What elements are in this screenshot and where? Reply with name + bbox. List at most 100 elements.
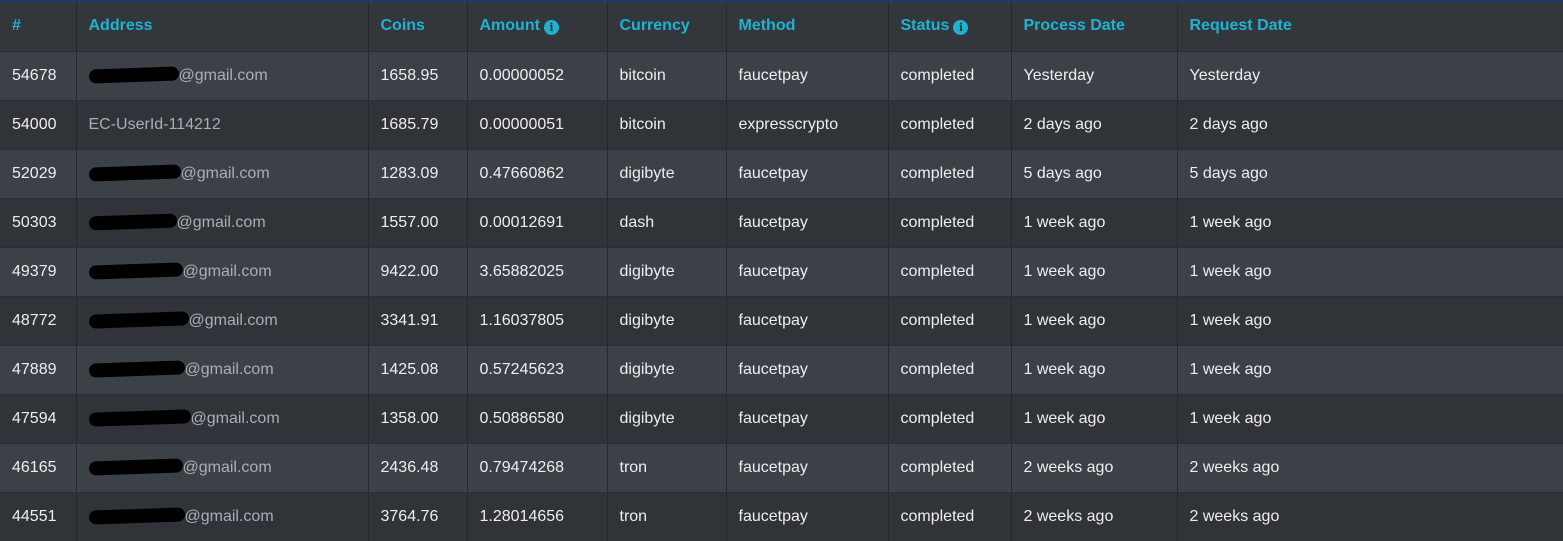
cell-process-date: Yesterday (1011, 50, 1178, 100)
redaction-mark (88, 310, 189, 329)
cell-method: faucetpay (726, 442, 889, 492)
header-process-date[interactable]: Process Date (1011, 2, 1178, 51)
header-status-label: Status (900, 17, 950, 35)
cell-request-date: 1 week ago (1177, 344, 1563, 394)
cell-request-date: 1 week ago (1177, 197, 1563, 247)
cell-method: faucetpay (726, 295, 889, 345)
cell-status: completed (888, 148, 1012, 198)
cell-process-date: 1 week ago (1011, 295, 1178, 345)
redaction-mark (88, 65, 179, 84)
cell-status: completed (888, 197, 1012, 247)
cell-status: completed (888, 491, 1012, 541)
cell-coins: 9422.00 (368, 246, 468, 296)
cell-currency: digibyte (607, 148, 727, 198)
cell-method: faucetpay (726, 491, 889, 541)
header-amount[interactable]: Amount i (467, 2, 608, 51)
cell-coins: 1658.95 (368, 50, 468, 100)
cell-request-date: Yesterday (1177, 50, 1563, 100)
header-status[interactable]: Status i (888, 2, 1012, 51)
cell-currency: tron (607, 491, 727, 541)
address-text: @gmail.com (176, 213, 266, 231)
info-icon[interactable]: i (953, 20, 969, 36)
cell-currency: digibyte (607, 295, 727, 345)
address-text: @gmail.com (182, 262, 272, 280)
cell-id: 54000 (0, 99, 77, 149)
address-text: @gmail.com (184, 360, 274, 378)
header-request-date[interactable]: Request Date (1177, 2, 1563, 51)
cell-coins: 1425.08 (368, 344, 468, 394)
cell-id: 44551 (0, 491, 77, 541)
cell-status: completed (888, 393, 1012, 443)
address-text: @gmail.com (180, 164, 270, 182)
table-header: # Address Coins Amount i Currency Method … (0, 2, 1563, 51)
cell-method: faucetpay (726, 246, 889, 296)
address-text: @gmail.com (182, 458, 272, 476)
header-currency[interactable]: Currency (607, 2, 727, 51)
header-address[interactable]: Address (76, 2, 369, 51)
cell-id: 46165 (0, 442, 77, 492)
cell-address: EC-UserId-114212 (76, 99, 369, 149)
cell-coins: 1557.00 (368, 197, 468, 247)
cell-amount: 0.00000051 (467, 99, 608, 149)
redaction-mark (88, 359, 185, 378)
cell-coins: 3341.91 (368, 295, 468, 345)
cell-method: faucetpay (726, 50, 889, 100)
cell-status: completed (888, 50, 1012, 100)
table-row: 48772 @gmail.com 3341.91 1.16037805 digibyte… (0, 295, 1563, 345)
table-row: 54678 @gmail.com 1658.95 0.00000052 bitcoin f… (0, 50, 1563, 100)
header-row: # Address Coins Amount i Currency Method … (0, 2, 1563, 51)
cell-currency: digibyte (607, 393, 727, 443)
header-id[interactable]: # (0, 2, 77, 51)
info-icon[interactable]: i (543, 20, 559, 36)
cell-currency: dash (607, 197, 727, 247)
cell-process-date: 2 weeks ago (1011, 491, 1178, 541)
cell-coins: 3764.76 (368, 491, 468, 541)
payouts-table: # Address Coins Amount i Currency Method … (0, 2, 1563, 541)
cell-amount: 1.16037805 (467, 295, 608, 345)
cell-request-date: 2 weeks ago (1177, 491, 1563, 541)
cell-address: @gmail.com (76, 246, 369, 296)
cell-id: 54678 (0, 50, 77, 100)
cell-id: 48772 (0, 295, 77, 345)
cell-address: @gmail.com (76, 442, 369, 492)
cell-address: @gmail.com (76, 197, 369, 247)
cell-method: expresscrypto (726, 99, 889, 149)
cell-address: @gmail.com (76, 344, 369, 394)
cell-address: @gmail.com (76, 295, 369, 345)
cell-request-date: 1 week ago (1177, 295, 1563, 345)
cell-process-date: 1 week ago (1011, 197, 1178, 247)
table-row: 52029 @gmail.com 1283.09 0.47660862 digibyte… (0, 148, 1563, 198)
cell-method: faucetpay (726, 148, 889, 198)
cell-method: faucetpay (726, 393, 889, 443)
cell-id: 50303 (0, 197, 77, 247)
cell-coins: 1685.79 (368, 99, 468, 149)
cell-method: faucetpay (726, 344, 889, 394)
cell-request-date: 1 week ago (1177, 246, 1563, 296)
cell-status: completed (888, 442, 1012, 492)
cell-amount: 0.00000052 (467, 50, 608, 100)
cell-amount: 0.00012691 (467, 197, 608, 247)
cell-amount: 0.47660862 (467, 148, 608, 198)
cell-amount: 0.50886580 (467, 393, 608, 443)
cell-amount: 0.57245623 (467, 344, 608, 394)
header-method[interactable]: Method (726, 2, 889, 51)
cell-process-date: 1 week ago (1011, 246, 1178, 296)
address-text: @gmail.com (190, 409, 280, 427)
redaction-mark (88, 163, 181, 182)
cell-process-date: 2 weeks ago (1011, 442, 1178, 492)
cell-request-date: 1 week ago (1177, 393, 1563, 443)
header-coins[interactable]: Coins (368, 2, 468, 51)
cell-amount: 1.28014656 (467, 491, 608, 541)
cell-address: @gmail.com (76, 491, 369, 541)
cell-id: 52029 (0, 148, 77, 198)
cell-currency: digibyte (607, 344, 727, 394)
cell-status: completed (888, 344, 1012, 394)
redaction-mark (88, 507, 185, 525)
cell-currency: digibyte (607, 246, 727, 296)
cell-request-date: 2 weeks ago (1177, 442, 1563, 492)
table-row: 54000 EC-UserId-114212 1685.79 0.00000051 bi… (0, 99, 1563, 149)
table-row: 49379 @gmail.com 9422.00 3.65882025 digibyte… (0, 246, 1563, 296)
address-text: @gmail.com (188, 311, 278, 329)
redaction-mark (88, 261, 183, 280)
cell-id: 47889 (0, 344, 77, 394)
